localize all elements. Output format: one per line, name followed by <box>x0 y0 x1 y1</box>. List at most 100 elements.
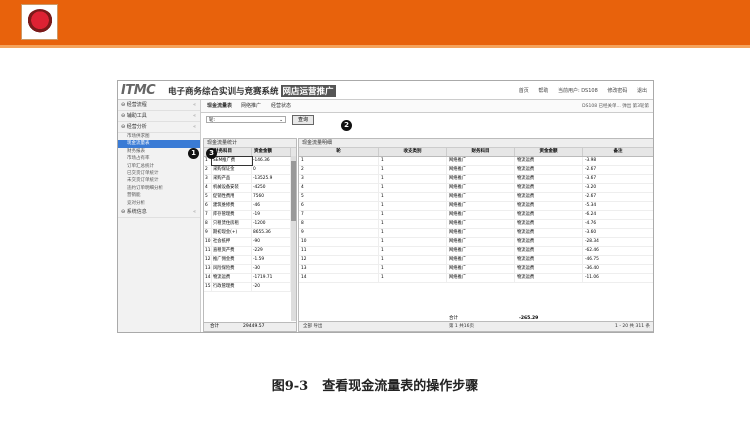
table-cell: 1 <box>379 238 447 246</box>
round-select[interactable]: 轮: ⌄ <box>206 116 286 123</box>
footer-actions[interactable]: 全部 导出 <box>303 322 322 331</box>
record-range: 1 - 20 共 311 条 <box>615 324 650 329</box>
table-row[interactable]: 1 1 网络推广 物流运费 -3.98 <box>299 157 653 166</box>
table-row[interactable]: 3 1 网络推广 物流运费 -3.67 <box>299 175 653 184</box>
sidebar-section-operations[interactable]: ⊖ 经营流程 « <box>118 100 200 111</box>
system-title-text: 电子商务综合实训与竞赛系统 <box>168 87 279 97</box>
table-row[interactable]: 11 1 网络推广 物流运费 -62.46 <box>299 247 653 256</box>
table-row[interactable]: 1 SEM推广费 -146.36 <box>204 156 296 166</box>
table-row[interactable]: 6 建筑维修费 -46 <box>204 202 296 211</box>
table-cell: 1 <box>379 274 447 282</box>
table-row[interactable]: 12 1 网络推广 物流运费 -46.75 <box>299 256 653 265</box>
tab-promotion[interactable]: 网络推广 <box>241 102 261 109</box>
table-row[interactable]: 13 风险保险费 -30 <box>204 265 296 274</box>
table-row[interactable]: 9 1 网络推广 物流运费 -3.60 <box>299 229 653 238</box>
table-cell: 11 <box>299 247 379 255</box>
sidebar-section-analysis[interactable]: ⊖ 经营分析 « <box>118 122 200 133</box>
table-cell: 1 <box>379 193 447 201</box>
table-cell: 8 <box>299 220 379 228</box>
table-cell: 网络推广 <box>447 157 515 165</box>
help-link[interactable]: 帮助 <box>538 88 548 94</box>
table-cell: 9 <box>299 229 379 237</box>
table-row[interactable]: 15 行政管理费 -20 <box>204 283 296 292</box>
table-cell: 1 <box>379 157 447 165</box>
logout-link[interactable]: 退出 <box>637 88 647 94</box>
sidebar-item[interactable]: 市场占有率 <box>118 155 200 162</box>
table-cell: 2 <box>204 166 212 174</box>
table-cell: 网络推广 <box>447 211 515 219</box>
sidebar-item[interactable]: 营销能 <box>118 192 200 199</box>
sidebar-item[interactable]: 违约订单明细分析 <box>118 185 200 192</box>
table-cell: 物流运费 <box>515 220 583 228</box>
table-row[interactable]: 7 1 网络推广 物流运费 -6.24 <box>299 211 653 220</box>
table-cell: 网络推广 <box>447 184 515 192</box>
table-cell: 7560 <box>252 193 291 201</box>
sidebar-item[interactable]: 竞对分析 <box>118 200 200 207</box>
table-row[interactable]: 10 1 网络推广 物流运费 -28.34 <box>299 238 653 247</box>
table-cell: -2.67 <box>583 166 653 174</box>
table-row[interactable]: 8 1 网络推广 物流运费 -4.76 <box>299 220 653 229</box>
pagination-bar: 全部 导出 第 1 共16页 1 - 20 共 311 条 <box>299 321 653 331</box>
current-user: 当前用户: DS108 <box>557 88 598 94</box>
summary-header: 财务科目 资金金额 <box>204 148 296 157</box>
table-cell: -62.46 <box>583 247 653 255</box>
query-button[interactable]: 查询 <box>292 115 314 125</box>
sidebar-item-cashflow[interactable]: 现金流量表 <box>118 140 200 148</box>
table-cell: 网络推广 <box>447 238 515 246</box>
table-cell: 网络推广 <box>447 229 515 237</box>
table-cell: 3 <box>299 175 379 183</box>
caption-text: 查看现金流量表的操作步骤 <box>322 379 479 394</box>
table-cell: 3 <box>204 175 212 183</box>
table-row[interactable]: 12 推广佣金费 -1.59 <box>204 256 296 265</box>
table-row[interactable]: 6 1 网络推广 物流运费 -5.34 <box>299 202 653 211</box>
table-cell: 网络推广 <box>447 193 515 201</box>
table-cell: 物流运费 <box>515 274 583 282</box>
table-cell: -1200 <box>252 220 291 228</box>
sidebar-item[interactable]: 未交货订单统计 <box>118 177 200 184</box>
table-row[interactable]: 2 采购保证金 0 <box>204 166 296 175</box>
table-cell: 采购产品 <box>212 175 252 183</box>
app-header: ITMC 电子商务综合实训与竞赛系统 网店运营推广 首页 帮助 当前用户: DS1… <box>118 81 653 100</box>
sidebar-item[interactable]: 订单汇总统计 <box>118 163 200 170</box>
change-password-link[interactable]: 修改密码 <box>607 88 627 94</box>
table-cell: 9 <box>204 229 212 237</box>
table-row[interactable]: 5 促销性费用 7560 <box>204 193 296 202</box>
table-row[interactable]: 2 1 网络推广 物流运费 -2.67 <box>299 166 653 175</box>
table-row[interactable]: 7 库存管理费 -19 <box>204 211 296 220</box>
table-cell: 物流运费 <box>515 211 583 219</box>
table-row[interactable]: 13 1 网络推广 物流运费 -36.40 <box>299 265 653 274</box>
table-row[interactable]: 8 只租赁住房租 -1200 <box>204 220 296 229</box>
scrollbar[interactable] <box>291 156 296 321</box>
table-row[interactable]: 3 采购产品 -13525.9 <box>204 175 296 184</box>
table-row[interactable]: 10 社会抵押 -90 <box>204 238 296 247</box>
sidebar-section-tools[interactable]: ⊖ 辅助工具 « <box>118 111 200 122</box>
table-row[interactable]: 5 1 网络推广 物流运费 -2.67 <box>299 193 653 202</box>
table-row[interactable]: 11 直租资产费 -229 <box>204 247 296 256</box>
table-cell: 网络推广 <box>447 247 515 255</box>
tab-status[interactable]: 经营状态 <box>271 102 291 109</box>
table-row[interactable]: 9 期初现金(+) 8655.36 <box>204 229 296 238</box>
pager[interactable]: 第 1 共16页 <box>449 322 474 331</box>
table-cell: 库存管理费 <box>212 211 252 219</box>
table-cell: 4 <box>204 184 212 192</box>
table-cell: -1719.71 <box>252 274 291 282</box>
table-row[interactable]: 4 1 网络推广 物流运费 -3.20 <box>299 184 653 193</box>
table-cell: -5.34 <box>583 202 653 210</box>
callout-2: 2 <box>341 120 352 131</box>
table-cell: 物流运费 <box>515 265 583 273</box>
table-row[interactable]: 14 1 网络推广 物流运费 -11.06 <box>299 274 653 283</box>
home-link[interactable]: 首页 <box>519 88 529 94</box>
sidebar-item[interactable]: 市场供求图 <box>118 133 200 140</box>
panel-title: 现金流量明细 <box>299 139 653 148</box>
table-cell: -4250 <box>252 184 291 192</box>
table-cell: 10 <box>205 238 212 246</box>
filter-bar: 轮: ⌄ 查询 <box>201 114 653 125</box>
sidebar-section-system[interactable]: ⊖ 系统信息 « <box>118 207 200 218</box>
table-cell: 期初现金(+) <box>212 229 252 237</box>
chevron-icon: « <box>192 208 196 215</box>
table-row[interactable]: 14 物流运费 -1719.71 <box>204 274 296 283</box>
tab-cashflow[interactable]: 现金流量表 <box>207 102 232 109</box>
table-row[interactable]: 4 机械设备安装 -4250 <box>204 184 296 193</box>
sidebar-item[interactable]: 已交货订单统计 <box>118 170 200 177</box>
table-cell: -3.98 <box>583 157 653 165</box>
